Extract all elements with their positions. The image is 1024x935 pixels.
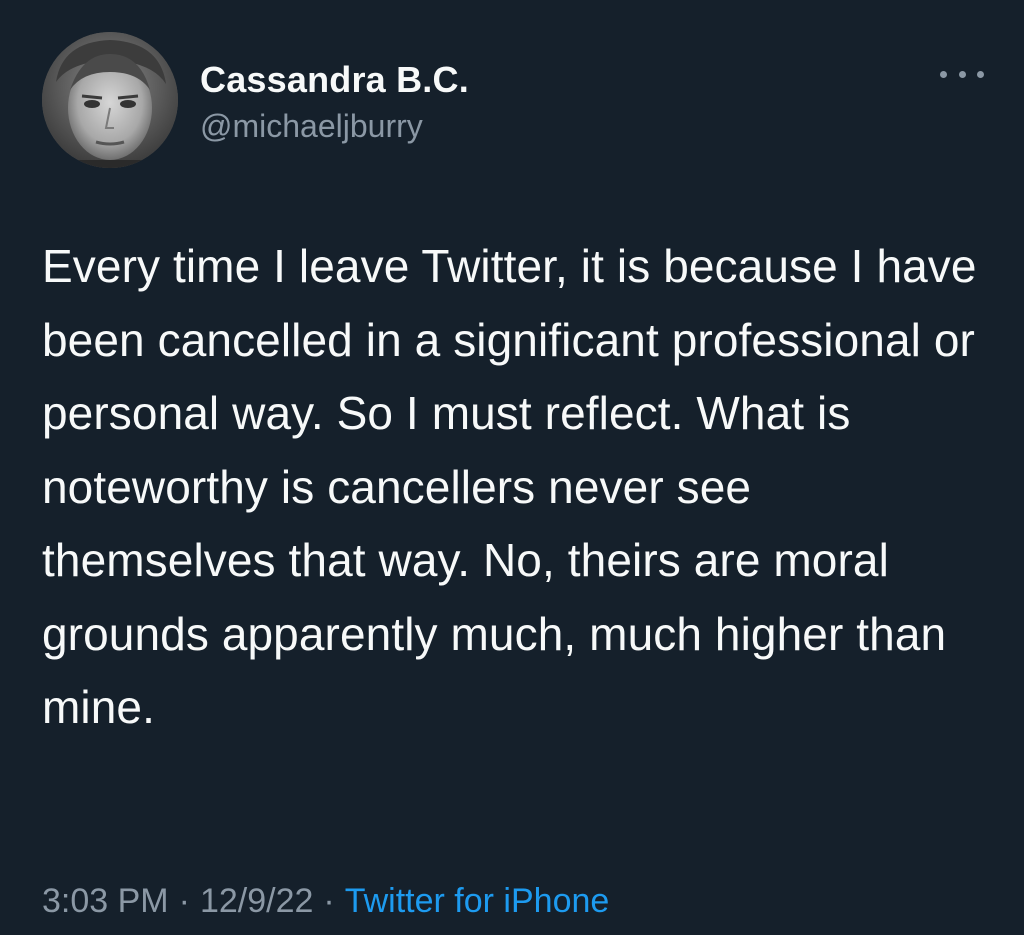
tweet-time[interactable]: 3:03 PM xyxy=(42,882,169,920)
avatar-photo-icon xyxy=(42,32,178,168)
more-horizontal-icon xyxy=(940,70,947,78)
meta-separator: · xyxy=(178,882,190,920)
tweet-meta: 3:03 PM · 12/9/22 · Twitter for iPhone xyxy=(42,876,609,926)
tweet-date[interactable]: 12/9/22 xyxy=(200,882,313,920)
more-options-button[interactable] xyxy=(940,62,984,86)
author-handle[interactable]: @michaeljburry xyxy=(200,104,469,148)
more-horizontal-icon-dot xyxy=(958,70,966,78)
tweet-card: Cassandra B.C. @michaeljburry Every time… xyxy=(0,0,1024,935)
tweet-text: Every time I leave Twitter, it is becaus… xyxy=(42,240,977,733)
author-names: Cassandra B.C. @michaeljburry xyxy=(200,58,469,148)
meta-separator: · xyxy=(323,882,335,920)
tweet-header: Cassandra B.C. @michaeljburry xyxy=(42,32,984,168)
author-display-name[interactable]: Cassandra B.C. xyxy=(200,58,469,102)
more-horizontal-icon-dot xyxy=(977,70,984,78)
tweet-source-link[interactable]: Twitter for iPhone xyxy=(345,882,610,920)
avatar[interactable] xyxy=(42,32,178,168)
